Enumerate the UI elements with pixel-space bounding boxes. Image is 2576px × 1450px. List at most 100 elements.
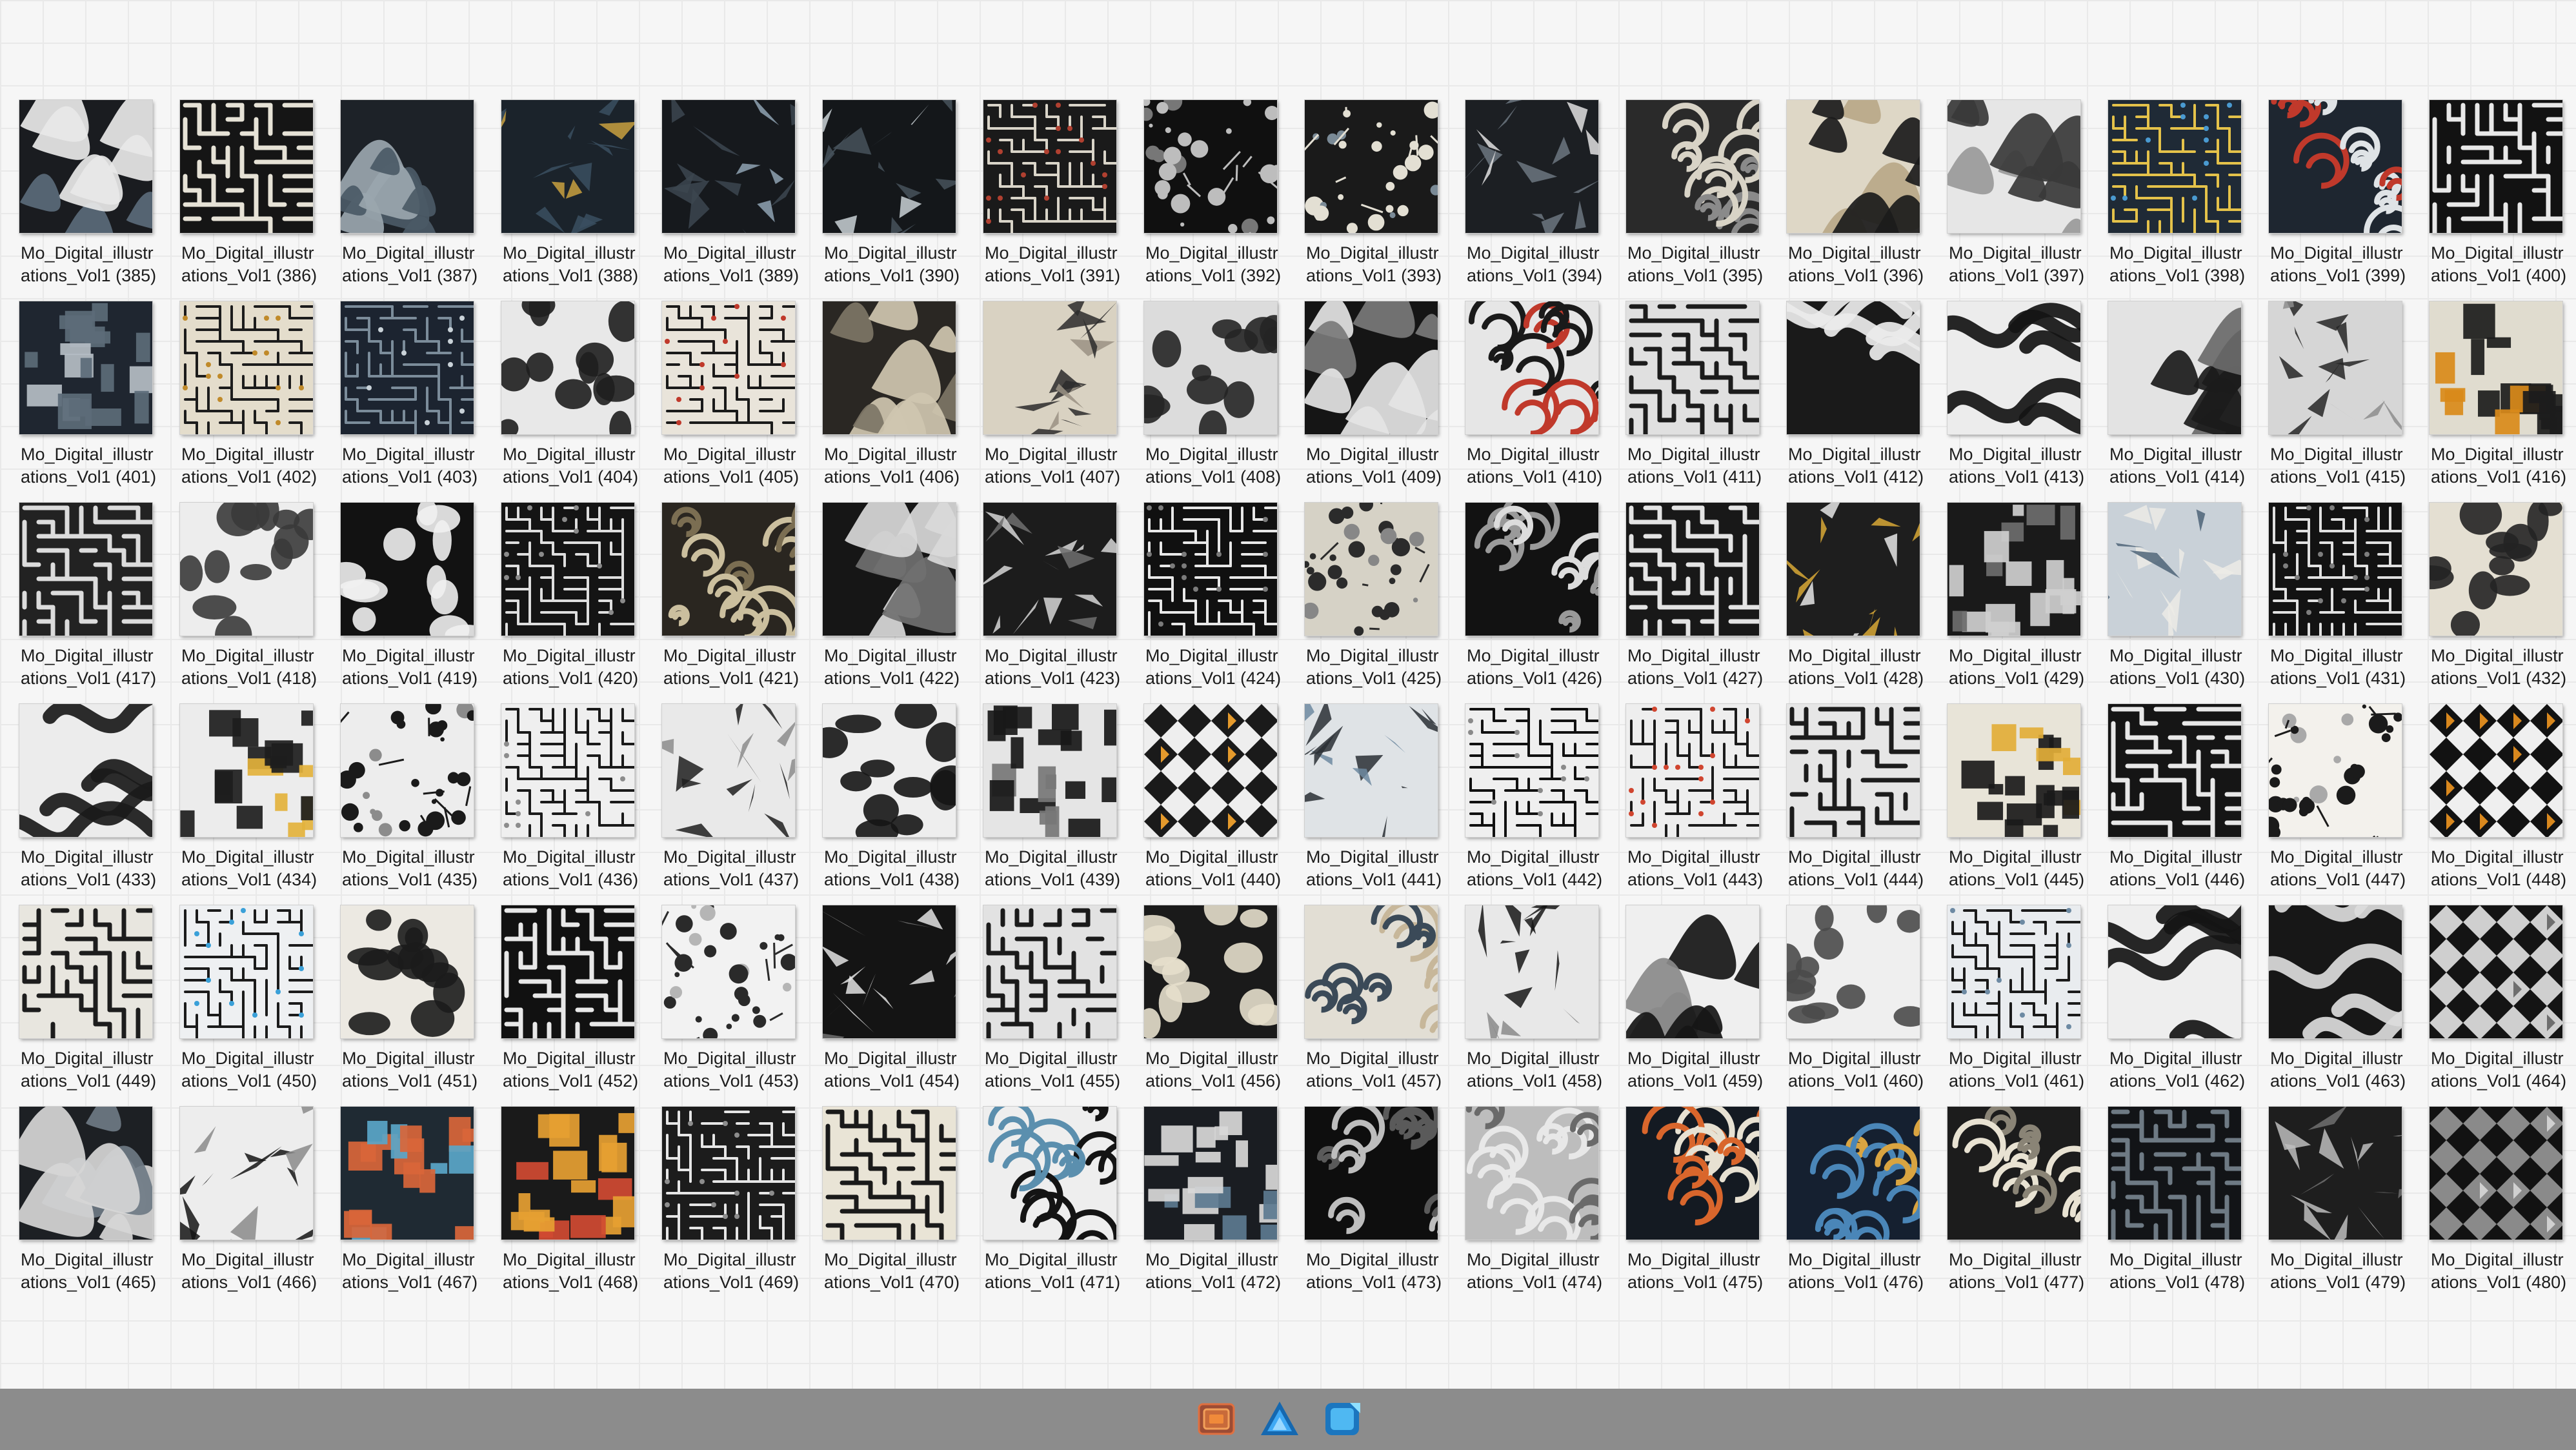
- file-tile[interactable]: Mo_Digital_illustr ations_Vol1 (386): [179, 99, 317, 301]
- file-tile[interactable]: Mo_Digital_illustr ations_Vol1 (441): [1304, 703, 1442, 905]
- file-tile[interactable]: Mo_Digital_illustr ations_Vol1 (465): [19, 1106, 156, 1308]
- file-thumbnail[interactable]: [501, 905, 635, 1039]
- file-tile[interactable]: Mo_Digital_illustr ations_Vol1 (469): [661, 1106, 799, 1308]
- file-tile[interactable]: Mo_Digital_illustr ations_Vol1 (457): [1304, 905, 1442, 1107]
- file-thumbnail[interactable]: [2268, 1106, 2402, 1240]
- file-tile[interactable]: Mo_Digital_illustr ations_Vol1 (423): [983, 502, 1120, 704]
- file-tile[interactable]: Mo_Digital_illustr ations_Vol1 (434): [179, 703, 317, 905]
- file-tile[interactable]: Mo_Digital_illustr ations_Vol1 (444): [1786, 703, 1924, 905]
- file-thumbnail[interactable]: [2429, 905, 2563, 1039]
- file-thumbnail[interactable]: [501, 703, 635, 838]
- file-tile[interactable]: Mo_Digital_illustr ations_Vol1 (467): [340, 1106, 478, 1308]
- file-tile[interactable]: Mo_Digital_illustr ations_Vol1 (445): [1947, 703, 2084, 905]
- file-thumbnail[interactable]: [1625, 301, 1760, 435]
- file-thumbnail[interactable]: [2429, 99, 2563, 234]
- file-tile[interactable]: Mo_Digital_illustr ations_Vol1 (405): [661, 301, 799, 503]
- file-thumbnail[interactable]: [822, 502, 956, 636]
- file-tile[interactable]: Mo_Digital_illustr ations_Vol1 (454): [822, 905, 960, 1107]
- file-thumbnail[interactable]: [822, 1106, 956, 1240]
- file-thumbnail[interactable]: [1304, 99, 1438, 234]
- affinity-designer-icon[interactable]: [1258, 1398, 1301, 1440]
- file-thumbnail[interactable]: [2268, 301, 2402, 435]
- file-thumbnail[interactable]: [1625, 502, 1760, 636]
- file-tile[interactable]: Mo_Digital_illustr ations_Vol1 (475): [1625, 1106, 1763, 1308]
- file-thumbnail[interactable]: [19, 99, 153, 234]
- file-tile[interactable]: Mo_Digital_illustr ations_Vol1 (478): [2108, 1106, 2245, 1308]
- file-thumbnail[interactable]: [1947, 99, 2081, 234]
- file-thumbnail[interactable]: [1786, 1106, 1920, 1240]
- file-tile[interactable]: Mo_Digital_illustr ations_Vol1 (453): [661, 905, 799, 1107]
- file-thumbnail[interactable]: [340, 1106, 474, 1240]
- file-thumbnail[interactable]: [661, 905, 796, 1039]
- file-thumbnail[interactable]: [1465, 502, 1599, 636]
- file-tile[interactable]: Mo_Digital_illustr ations_Vol1 (427): [1625, 502, 1763, 704]
- file-thumbnail[interactable]: [661, 99, 796, 234]
- file-thumbnail[interactable]: [1786, 703, 1920, 838]
- file-thumbnail[interactable]: [179, 905, 314, 1039]
- file-thumbnail[interactable]: [19, 502, 153, 636]
- file-thumbnail[interactable]: [2268, 905, 2402, 1039]
- file-thumbnail[interactable]: [1625, 703, 1760, 838]
- file-thumbnail[interactable]: [501, 502, 635, 636]
- affinity-photo-icon[interactable]: [1322, 1398, 1364, 1440]
- file-tile[interactable]: Mo_Digital_illustr ations_Vol1 (448): [2429, 703, 2566, 905]
- file-tile[interactable]: Mo_Digital_illustr ations_Vol1 (393): [1304, 99, 1442, 301]
- file-tile[interactable]: Mo_Digital_illustr ations_Vol1 (388): [501, 99, 638, 301]
- file-tile[interactable]: Mo_Digital_illustr ations_Vol1 (449): [19, 905, 156, 1107]
- file-tile[interactable]: Mo_Digital_illustr ations_Vol1 (479): [2268, 1106, 2406, 1308]
- file-thumbnail[interactable]: [661, 703, 796, 838]
- file-tile[interactable]: Mo_Digital_illustr ations_Vol1 (387): [340, 99, 478, 301]
- file-tile[interactable]: Mo_Digital_illustr ations_Vol1 (463): [2268, 905, 2406, 1107]
- file-thumbnail[interactable]: [19, 301, 153, 435]
- file-thumbnail[interactable]: [1465, 905, 1599, 1039]
- file-tile[interactable]: Mo_Digital_illustr ations_Vol1 (408): [1143, 301, 1281, 503]
- file-thumbnail[interactable]: [983, 905, 1117, 1039]
- file-tile[interactable]: Mo_Digital_illustr ations_Vol1 (437): [661, 703, 799, 905]
- file-tile[interactable]: Mo_Digital_illustr ations_Vol1 (398): [2108, 99, 2245, 301]
- file-tile[interactable]: Mo_Digital_illustr ations_Vol1 (460): [1786, 905, 1924, 1107]
- file-thumbnail[interactable]: [822, 99, 956, 234]
- file-tile[interactable]: Mo_Digital_illustr ations_Vol1 (459): [1625, 905, 1763, 1107]
- file-thumbnail[interactable]: [2268, 703, 2402, 838]
- file-tile[interactable]: Mo_Digital_illustr ations_Vol1 (415): [2268, 301, 2406, 503]
- file-tile[interactable]: Mo_Digital_illustr ations_Vol1 (461): [1947, 905, 2084, 1107]
- file-thumbnail[interactable]: [179, 703, 314, 838]
- file-tile[interactable]: Mo_Digital_illustr ations_Vol1 (418): [179, 502, 317, 704]
- file-tile[interactable]: Mo_Digital_illustr ations_Vol1 (422): [822, 502, 960, 704]
- file-thumbnail[interactable]: [2108, 301, 2242, 435]
- file-tile[interactable]: Mo_Digital_illustr ations_Vol1 (392): [1143, 99, 1281, 301]
- file-tile[interactable]: Mo_Digital_illustr ations_Vol1 (404): [501, 301, 638, 503]
- file-thumbnail[interactable]: [661, 301, 796, 435]
- file-tile[interactable]: Mo_Digital_illustr ations_Vol1 (447): [2268, 703, 2406, 905]
- file-tile[interactable]: Mo_Digital_illustr ations_Vol1 (451): [340, 905, 478, 1107]
- file-thumbnail[interactable]: [1786, 99, 1920, 234]
- file-tile[interactable]: Mo_Digital_illustr ations_Vol1 (421): [661, 502, 799, 704]
- file-thumbnail[interactable]: [1947, 905, 2081, 1039]
- file-thumbnail[interactable]: [1625, 99, 1760, 234]
- file-thumbnail[interactable]: [1143, 1106, 1278, 1240]
- file-thumbnail[interactable]: [983, 1106, 1117, 1240]
- file-tile[interactable]: Mo_Digital_illustr ations_Vol1 (462): [2108, 905, 2245, 1107]
- file-tile[interactable]: Mo_Digital_illustr ations_Vol1 (411): [1625, 301, 1762, 503]
- file-tile[interactable]: Mo_Digital_illustr ations_Vol1 (458): [1465, 905, 1602, 1107]
- file-tile[interactable]: Mo_Digital_illustr ations_Vol1 (433): [19, 703, 156, 905]
- file-tile[interactable]: Mo_Digital_illustr ations_Vol1 (414): [2108, 301, 2245, 503]
- file-tile[interactable]: Mo_Digital_illustr ations_Vol1 (426): [1465, 502, 1602, 704]
- file-tile[interactable]: Mo_Digital_illustr ations_Vol1 (477): [1947, 1106, 2084, 1308]
- file-thumbnail[interactable]: [2429, 1106, 2563, 1240]
- file-tile[interactable]: Mo_Digital_illustr ations_Vol1 (412): [1786, 301, 1924, 503]
- file-tile[interactable]: Mo_Digital_illustr ations_Vol1 (406): [822, 301, 960, 503]
- file-thumbnail[interactable]: [1143, 905, 1278, 1039]
- file-thumbnail[interactable]: [822, 703, 956, 838]
- file-tile[interactable]: Mo_Digital_illustr ations_Vol1 (476): [1786, 1106, 1924, 1308]
- file-tile[interactable]: Mo_Digital_illustr ations_Vol1 (470): [822, 1106, 960, 1308]
- file-thumbnail[interactable]: [2429, 301, 2563, 435]
- file-tile[interactable]: Mo_Digital_illustr ations_Vol1 (438): [822, 703, 960, 905]
- file-thumbnail[interactable]: [822, 905, 956, 1039]
- file-thumbnail[interactable]: [2108, 502, 2242, 636]
- file-tile[interactable]: Mo_Digital_illustr ations_Vol1 (442): [1465, 703, 1602, 905]
- file-thumbnail[interactable]: [340, 99, 474, 234]
- file-thumbnail[interactable]: [340, 703, 474, 838]
- file-tile[interactable]: Mo_Digital_illustr ations_Vol1 (464): [2429, 905, 2566, 1107]
- file-thumbnail[interactable]: [1304, 502, 1438, 636]
